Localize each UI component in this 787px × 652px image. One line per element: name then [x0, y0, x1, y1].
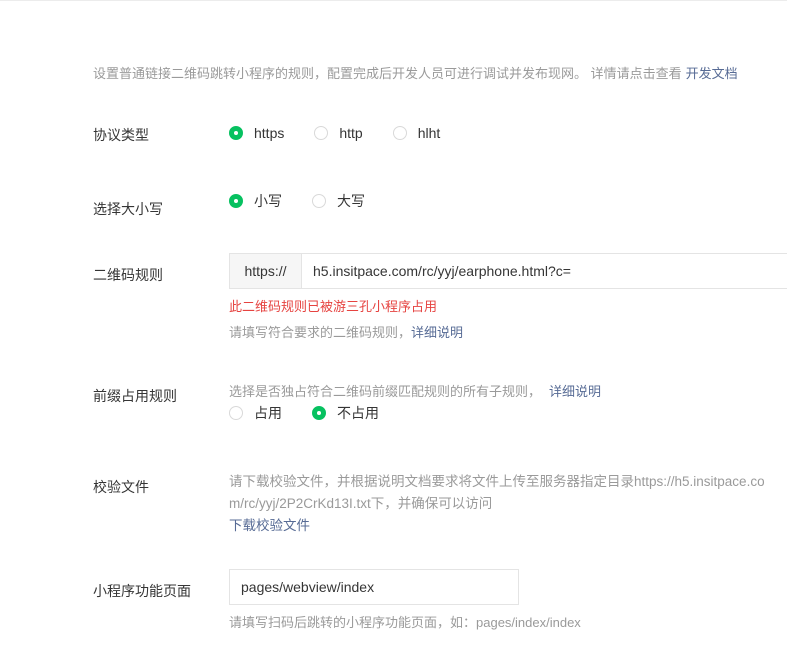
download-verify-file-link[interactable]: 下载校验文件: [229, 518, 310, 533]
radio-unchecked-icon: [312, 194, 326, 208]
radio-occupy[interactable]: 占用: [229, 403, 282, 423]
page-tip: 请填写扫码后跳转的小程序功能页面，如：pages/index/index: [229, 615, 581, 630]
prefix-rule-desc: 选择是否独占符合二维码前缀匹配规则的所有子规则， 详细说明: [229, 381, 601, 400]
radio-checked-icon: [229, 126, 243, 140]
radio-lowercase[interactable]: 小写: [229, 191, 282, 211]
qr-rule-prefix: https://: [230, 254, 302, 288]
radio-https[interactable]: https: [229, 125, 284, 141]
radio-https-label: https: [254, 125, 285, 141]
radio-unchecked-icon: [392, 126, 407, 140]
protocol-label: 协议类型: [93, 127, 149, 143]
prefix-radio-group: 占用 不占用: [229, 403, 409, 423]
radio-uppercase[interactable]: 大写: [312, 191, 365, 211]
radio-hlht[interactable]: hlht: [392, 125, 441, 141]
qr-rule-error: 此二维码规则已被游三孔小程序占用: [229, 299, 438, 314]
radio-unchecked-icon: [229, 406, 243, 420]
protocol-radio-group: https http hlht: [229, 125, 470, 141]
prefix-rule-label: 前缀占用规则: [93, 388, 177, 404]
verify-file-line1: 请下载校验文件，并根据说明文档要求将文件上传至服务器指定目录https://h5…: [229, 474, 765, 489]
qr-rule-label: 二维码规则: [93, 267, 163, 283]
radio-uppercase-label: 大写: [337, 193, 365, 209]
verify-file-label: 校验文件: [93, 479, 149, 495]
radio-http[interactable]: http: [314, 125, 363, 141]
radio-checked-icon: [229, 194, 243, 208]
prefix-rule-desc-text: 选择是否独占符合二维码前缀匹配规则的所有子规则，: [229, 384, 542, 399]
prefix-rule-detail-link[interactable]: 详细说明: [549, 384, 601, 399]
intro-description: 设置普通链接二维码跳转小程序的规则，配置完成后开发人员可进行调试并发布现网。 详…: [93, 66, 682, 81]
verify-file-line2: m/rc/yyj/2P2CrKd13I.txt下，并确保可以访问: [229, 496, 493, 511]
qr-rule-input[interactable]: h5.insitpace.com/rc/yyj/earphone.html?c=: [302, 254, 571, 288]
radio-hlht-label: hlht: [417, 125, 441, 141]
page-label: 小程序功能页面: [93, 583, 191, 599]
page-input[interactable]: pages/webview/index: [229, 569, 519, 605]
verify-file-desc: 请下载校验文件，并根据说明文档要求将文件上传至服务器指定目录https://h5…: [229, 471, 787, 537]
case-radio-group: 小写 大写: [229, 191, 395, 211]
qr-rule-tip-text: 请填写符合要求的二维码规则，: [229, 325, 412, 340]
qr-rule-detail-link[interactable]: 详细说明: [411, 325, 463, 340]
radio-http-label: http: [339, 125, 363, 141]
case-label: 选择大小写: [93, 201, 163, 217]
qr-rule-field: https:// h5.insitpace.com/rc/yyj/earphon…: [229, 253, 787, 289]
radio-checked-icon: [312, 406, 326, 420]
dev-docs-link[interactable]: 开发文档: [686, 66, 738, 81]
top-divider: [0, 0, 787, 1]
radio-occupy-label: 占用: [254, 405, 282, 421]
qr-rule-tip: 请填写符合要求的二维码规则，详细说明: [229, 322, 463, 341]
radio-unchecked-icon: [314, 126, 329, 140]
radio-lowercase-label: 小写: [254, 193, 282, 209]
radio-not-occupy[interactable]: 不占用: [312, 403, 379, 423]
intro-text: 设置普通链接二维码跳转小程序的规则，配置完成后开发人员可进行调试并发布现网。 详…: [93, 63, 738, 82]
radio-not-occupy-label: 不占用: [337, 405, 379, 421]
